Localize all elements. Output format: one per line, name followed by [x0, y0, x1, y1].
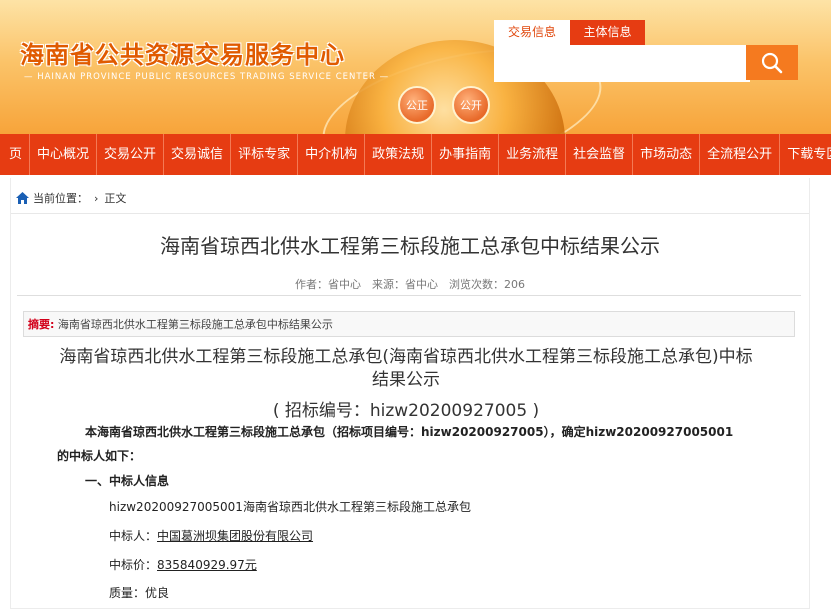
- nav-item-downloads[interactable]: 下载专区: [780, 134, 831, 175]
- search-input[interactable]: [494, 45, 750, 82]
- main-nav: 页 中心概况 交易公开 交易诚信 评标专家 中介机构 政策法规 办事指南 业务流…: [0, 134, 831, 175]
- divider: [17, 295, 801, 296]
- breadcrumb: 当前位置： › 正文: [15, 190, 126, 206]
- nav-item-agencies[interactable]: 中介机构: [298, 134, 366, 175]
- site-logo-subtitle: — HAINAN PROVINCE PUBLIC RESOURCES TRADI…: [24, 72, 390, 82]
- nav-item-home[interactable]: 页: [0, 134, 31, 175]
- document-code: ( 招标编号：hizw20200927005 ): [272, 401, 540, 421]
- section-heading: 一、中标人信息: [85, 474, 170, 488]
- search-button[interactable]: [746, 45, 798, 80]
- winner-label: 中标人：: [109, 529, 158, 543]
- price-label: 中标价：: [109, 558, 158, 572]
- winner-line: 中标人：中国葛洲坝集团股份有限公司: [109, 527, 313, 544]
- nav-item-trade-public[interactable]: 交易公开: [97, 134, 165, 175]
- article-meta: 作者：省中心 来源：省中心 浏览次数：206: [295, 278, 525, 291]
- quality-value: 优良: [145, 586, 170, 600]
- summary-label: 摘要:: [28, 318, 55, 331]
- document-title: 海南省琼西北供水工程第三标段施工总承包(海南省琼西北供水工程第三标段施工总承包)…: [59, 347, 753, 390]
- intro-paragraph-cont: 的中标人如下：: [57, 449, 142, 463]
- intro-paragraph: 本海南省琼西北供水工程第三标段施工总承包（招标项目编号：hizw20200927…: [85, 425, 734, 439]
- nav-item-overview[interactable]: 中心概况: [30, 134, 98, 175]
- winner-name: 中国葛洲坝集团股份有限公司: [157, 529, 314, 543]
- price-line: 中标价：835840929.97元: [109, 556, 257, 573]
- article-summary: 摘要: 海南省琼西北供水工程第三标段施工总承包中标结果公示: [23, 311, 795, 337]
- divider: [11, 213, 809, 214]
- nav-item-full-process[interactable]: 全流程公开: [700, 134, 781, 175]
- tab-trade-info[interactable]: 交易信息: [494, 20, 570, 45]
- nav-item-supervision[interactable]: 社会监督: [566, 134, 634, 175]
- price-value: 835840929.97元: [157, 558, 257, 572]
- tab-entity-info[interactable]: 主体信息: [570, 20, 645, 45]
- quality-label: 质量：: [109, 586, 146, 600]
- nav-item-policies[interactable]: 政策法规: [365, 134, 433, 175]
- summary-text: 海南省琼西北供水工程第三标段施工总承包中标结果公示: [57, 318, 333, 331]
- nav-item-experts[interactable]: 评标专家: [231, 134, 299, 175]
- nav-item-trade-integrity[interactable]: 交易诚信: [164, 134, 232, 175]
- quality-line: 质量：优良: [109, 584, 169, 601]
- home-icon: [16, 192, 29, 204]
- nav-item-market[interactable]: 市场动态: [633, 134, 701, 175]
- breadcrumb-separator: ›: [94, 191, 99, 205]
- site-logo-title[interactable]: 海南省公共资源交易服务中心: [20, 35, 345, 70]
- badge-open: 公开: [452, 86, 490, 124]
- badge-fair: 公正: [398, 86, 436, 124]
- breadcrumb-current[interactable]: 正文: [104, 190, 126, 206]
- nav-item-process[interactable]: 业务流程: [499, 134, 567, 175]
- breadcrumb-label: 当前位置：: [33, 192, 88, 205]
- nav-item-guide[interactable]: 办事指南: [432, 134, 500, 175]
- search-icon: [761, 52, 783, 73]
- package-line: hizw20200927005001海南省琼西北供水工程第三标段施工总承包: [109, 500, 471, 514]
- article-title: 海南省琼西北供水工程第三标段施工总承包中标结果公示: [160, 234, 660, 258]
- site-header: 公正 公开 海南省公共资源交易服务中心 — HAINAN PROVINCE PU…: [0, 0, 831, 134]
- article-container: 当前位置： › 正文 海南省琼西北供水工程第三标段施工总承包中标结果公示 作者：…: [10, 178, 810, 609]
